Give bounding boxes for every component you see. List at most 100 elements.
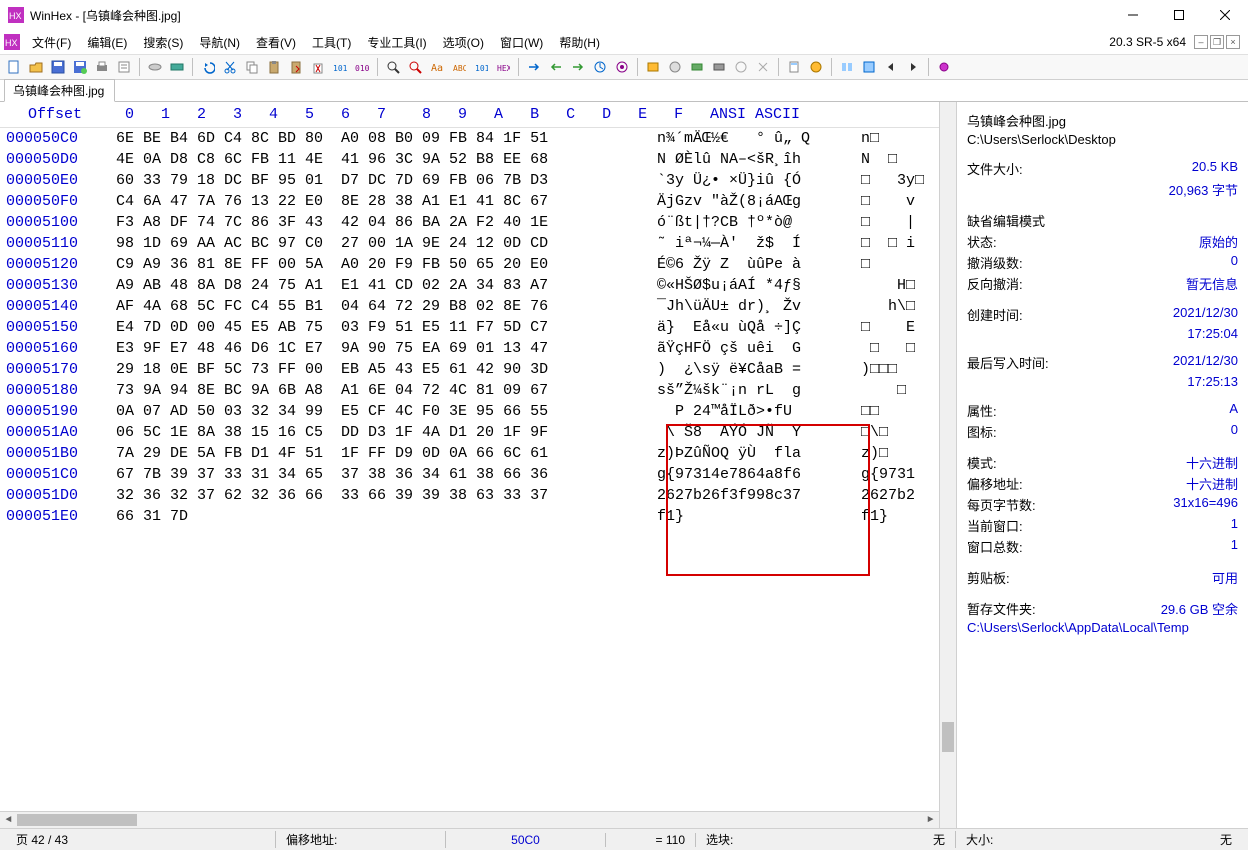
status-eq: = 110 [606,833,696,847]
horizontal-scrollbar[interactable]: ◄ ► [0,811,939,828]
nav-prev-icon[interactable] [881,57,901,77]
hex-row[interactable]: 000050D04E 0A D8 C8 6C FB 11 4E 41 96 3C… [0,149,939,170]
menu-help[interactable]: 帮助(H) [551,32,608,53]
side-filename: 乌镇峰会种图.jpg [967,114,1066,129]
hash-icon[interactable] [806,57,826,77]
edit-hex2-icon[interactable]: 010 [352,57,372,77]
open-disk-icon[interactable] [145,57,165,77]
hex-body[interactable]: 000050C06E BE B4 6D C4 8C BD 80 A0 08 B0… [0,128,939,811]
hscroll-left-icon[interactable]: ◄ [0,812,17,828]
tool4-icon[interactable] [709,57,729,77]
hex-row[interactable]: 00005100F3 A8 DF 74 7C 86 3F 43 42 04 86… [0,212,939,233]
find-icon[interactable] [383,57,403,77]
file-tab[interactable]: 乌镇峰会种图.jpg [4,79,115,102]
side-undo-value: 0 [1231,253,1238,268]
header-offset[interactable]: Offset [0,104,110,125]
side-wincount-value: 1 [1231,537,1238,552]
open-ram-icon[interactable] [167,57,187,77]
goto-end-icon[interactable] [612,57,632,77]
maximize-button[interactable] [1156,0,1202,30]
side-clip-value: 可用 [1212,568,1238,587]
menu-view[interactable]: 查看(V) [248,32,304,53]
back-icon[interactable] [546,57,566,77]
hex-row[interactable]: 00005130A9 AB 48 8A D8 24 75 A1 E1 41 CD… [0,275,939,296]
save-as-icon[interactable] [70,57,90,77]
hex-row[interactable]: 000051A006 5C 1E 8A 38 15 16 C5 DD D3 1F… [0,422,939,443]
minimize-button[interactable] [1110,0,1156,30]
hex-row[interactable]: 0000518073 9A 94 8E BC 9A 6B A8 A1 6E 04… [0,380,939,401]
menu-window[interactable]: 窗口(W) [492,32,551,53]
hex-row[interactable]: 00005160E3 9F E7 48 46 D6 1C E7 9A 90 75… [0,338,939,359]
settings-icon[interactable] [934,57,954,77]
hex-row[interactable]: 00005150E4 7D 0D 00 45 E5 AB 75 03 F9 51… [0,317,939,338]
hex-row[interactable]: 000050C06E BE B4 6D C4 8C BD 80 A0 08 B0… [0,128,939,149]
hex-row[interactable]: 00005120C9 A9 36 81 8E FF 00 5A A0 20 F9… [0,254,939,275]
side-bpp-label: 每页字节数: [967,498,1036,513]
hex-row[interactable]: 000051B07A 29 DE 5A FB D1 4F 51 1F FF D9… [0,443,939,464]
find-hex-icon[interactable] [405,57,425,77]
side-path: C:\Users\Serlock\Desktop [967,132,1116,147]
delete-icon[interactable] [308,57,328,77]
open-file-icon[interactable] [26,57,46,77]
hex-row[interactable]: 000051E066 31 7D f1} f1} [0,506,939,527]
hex-row[interactable]: 00005140AF 4A 68 5C FC C4 55 B1 04 64 72… [0,296,939,317]
nav-next-icon[interactable] [903,57,923,77]
mdi-close-button[interactable]: × [1226,35,1240,49]
cut-icon[interactable] [220,57,240,77]
goto-offset-icon[interactable] [590,57,610,77]
close-button[interactable] [1202,0,1248,30]
tool6-icon[interactable] [753,57,773,77]
menubar: HX 文件(F) 编辑(E) 搜索(S) 导航(N) 查看(V) 工具(T) 专… [0,30,1248,54]
vertical-scrollbar[interactable] [939,102,956,828]
tool3-icon[interactable] [687,57,707,77]
properties-icon[interactable] [114,57,134,77]
hscroll-right-icon[interactable]: ► [922,812,939,828]
hex-row[interactable]: 000050F0C4 6A 47 7A 76 13 22 E0 8E 28 38… [0,191,939,212]
side-state-value[interactable]: 原始的 [1199,232,1238,251]
side-temp-label: 暂存文件夹: [967,602,1036,617]
hex-row[interactable]: 0000517029 18 0E BF 5C 73 FF 00 EB A5 43… [0,359,939,380]
status-sel-value: 无 [933,831,945,848]
view1-icon[interactable] [837,57,857,77]
menu-nav[interactable]: 导航(N) [191,32,248,53]
status-off-label: 偏移地址: [286,833,337,847]
find-again-icon[interactable]: ABC [449,57,469,77]
mdi-restore-button[interactable]: ❐ [1210,35,1224,49]
paste-write-icon[interactable] [286,57,306,77]
side-dispmode-value[interactable]: 十六进制 [1186,453,1238,472]
side-offaddr-value[interactable]: 十六进制 [1186,474,1238,493]
hex-row[interactable]: 0000511098 1D 69 AA AC BC 97 C0 27 00 1A… [0,233,939,254]
goto-icon[interactable] [524,57,544,77]
menu-file[interactable]: 文件(F) [24,32,79,53]
paste-icon[interactable] [264,57,284,77]
menu-edit[interactable]: 编辑(E) [79,32,135,53]
hex-row[interactable]: 000051C067 7B 39 37 33 31 34 65 37 38 36… [0,464,939,485]
mdi-app-icon: HX [4,34,20,50]
menu-tools[interactable]: 工具(T) [304,32,359,53]
tool5-icon[interactable] [731,57,751,77]
print-icon[interactable] [92,57,112,77]
side-icon-value: 0 [1231,422,1238,437]
find-text-icon[interactable]: Aa [427,57,447,77]
tool1-icon[interactable] [643,57,663,77]
view2-icon[interactable] [859,57,879,77]
hex-row[interactable]: 000051D032 36 32 37 62 32 36 66 33 66 39… [0,485,939,506]
calc-icon[interactable] [784,57,804,77]
copy-icon[interactable] [242,57,262,77]
tool2-icon[interactable] [665,57,685,77]
find-combined-icon[interactable]: HEX [493,57,513,77]
save-icon[interactable] [48,57,68,77]
side-size-label: 文件大小: [967,162,1023,177]
mdi-minimize-button[interactable]: – [1194,35,1208,49]
menu-search[interactable]: 搜索(S) [135,32,191,53]
new-file-icon[interactable] [4,57,24,77]
undo-icon[interactable] [198,57,218,77]
edit-hex-icon[interactable]: 101 [330,57,350,77]
hex-row[interactable]: 000051900A 07 AD 50 03 32 34 99 E5 CF 4C… [0,401,939,422]
hex-row[interactable]: 000050E060 33 79 18 DC BF 95 01 D7 DC 7D… [0,170,939,191]
menu-pro-tools[interactable]: 专业工具(I) [359,32,434,53]
menu-options[interactable]: 选项(O) [435,32,492,53]
forward-icon[interactable] [568,57,588,77]
find-hex2-icon[interactable]: 1010 [471,57,491,77]
side-temp-path[interactable]: C:\Users\Serlock\AppData\Local\Temp [967,620,1189,635]
